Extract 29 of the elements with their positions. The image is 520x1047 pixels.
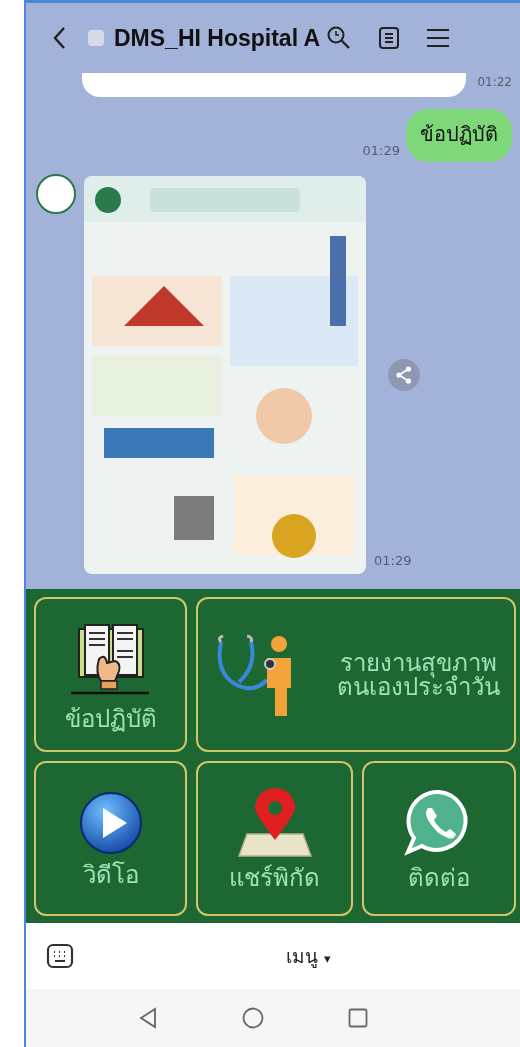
back-nav-icon[interactable] [138, 1007, 158, 1029]
badge-icon [88, 30, 104, 46]
play-icon [78, 790, 143, 855]
message-time: 01:29 [374, 553, 412, 568]
tile-label: วิดีโอ [82, 862, 139, 887]
message-time: 01:29 [362, 143, 400, 158]
tile-label: ติดต่อ [408, 865, 470, 890]
share-icon[interactable] [388, 359, 420, 391]
back-icon[interactable] [52, 26, 66, 50]
message-time: 01:22 [477, 75, 512, 89]
map-pin-icon [236, 787, 313, 858]
chat-title: DMS_HI Hospital A [114, 24, 321, 52]
caret-icon: ▾ [324, 951, 331, 966]
menu-icon[interactable] [426, 27, 451, 49]
tile-label: แชร์พิกัด [229, 865, 320, 890]
menu-tile[interactable]: รายงานสุขภาพ ตนเองประจำวัน [196, 597, 516, 752]
notes-icon[interactable] [378, 26, 401, 50]
tile-label: รายงานสุขภาพ ตนเองประจำวัน [336, 650, 500, 699]
home-nav-icon[interactable] [242, 1007, 264, 1029]
avatar[interactable] [36, 174, 76, 214]
message-bubble: ข้อปฏิบัติ [406, 109, 512, 162]
keyboard-icon[interactable] [46, 943, 74, 969]
tile-label: ข้อปฏิบัติ [64, 706, 157, 731]
menu-tile[interactable]: แชร์พิกัด [196, 761, 353, 916]
menu-tile[interactable]: ข้อปฏิบัติ [34, 597, 187, 752]
menu-toggle[interactable]: เมนู ▾ [286, 941, 331, 971]
recents-nav-icon[interactable] [348, 1008, 368, 1028]
menu-tile[interactable]: วิดีโอ [34, 761, 187, 916]
menu-tile[interactable]: ติดต่อ [362, 761, 516, 916]
